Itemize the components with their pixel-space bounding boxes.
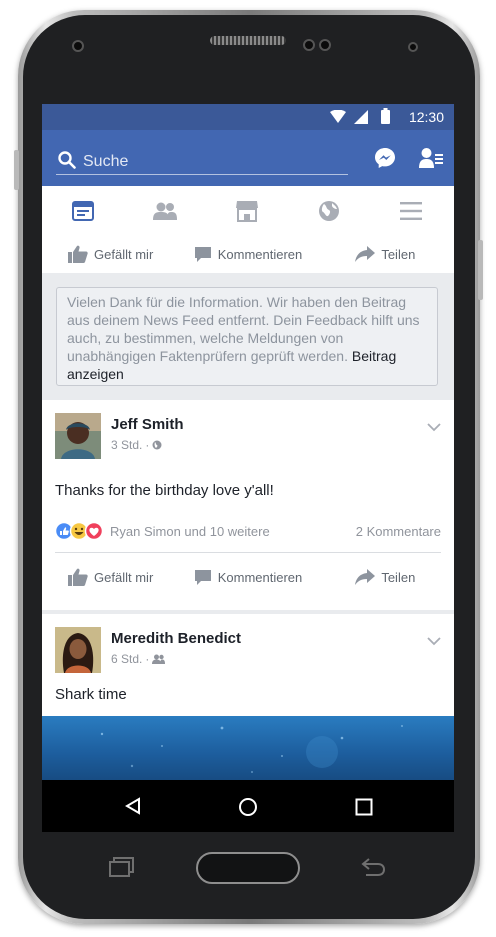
search-input[interactable]: Suche (83, 153, 128, 171)
recents-icon[interactable] (355, 798, 373, 816)
light-sensor (408, 42, 418, 52)
comment-button[interactable]: Kommentieren (179, 569, 316, 586)
comment-icon (194, 569, 211, 585)
tab-notifications[interactable] (288, 186, 370, 236)
post-text: Shark time (55, 686, 127, 703)
sensor (72, 40, 84, 52)
hardware-home-button[interactable] (196, 852, 300, 884)
avatar[interactable] (55, 413, 101, 459)
share-label: Teilen (381, 246, 416, 262)
share-button[interactable]: Teilen (317, 569, 454, 585)
thumbs-up-icon (68, 245, 88, 263)
thumbs-up-icon (68, 568, 88, 586)
share-icon (355, 246, 376, 262)
power-button (478, 240, 483, 300)
comment-label: Kommentieren (217, 246, 303, 262)
tab-news-feed[interactable] (42, 186, 124, 236)
news-feed-icon (72, 201, 94, 221)
fact-check-notice: Vielen Dank für die Information. Wir hab… (56, 287, 438, 386)
screen: 12:30 Suche Gefällt mir Kommentieren Tei… (42, 104, 454, 780)
search-icon (58, 151, 76, 169)
reaction-icons (55, 521, 104, 541)
post-text: Thanks for the birthday love y'all! (55, 482, 274, 499)
marketplace-icon (236, 201, 258, 222)
comment-icon (194, 246, 211, 262)
like-label: Gefällt mir (94, 569, 154, 585)
chevron-down-icon[interactable] (427, 634, 441, 648)
wifi-icon (330, 110, 346, 123)
app-bar: Suche (42, 130, 454, 186)
post-meta: 6 Std. · (111, 652, 166, 666)
back-icon[interactable] (124, 797, 142, 815)
post-author[interactable]: Meredith Benedict (111, 630, 241, 647)
post-author[interactable]: Jeff Smith (111, 416, 184, 433)
avatar-image (55, 627, 101, 673)
like-button[interactable]: Gefällt mir (42, 568, 179, 586)
like-label: Gefällt mir (94, 246, 154, 262)
battery-icon (381, 108, 390, 124)
earpiece-speaker (210, 36, 286, 45)
post-meta: 3 Std. · (111, 438, 162, 452)
globe-icon (152, 440, 162, 450)
avatar-image (55, 413, 101, 459)
friend-requests-icon[interactable] (419, 147, 443, 169)
post-card: Jeff Smith 3 Std. · Thanks for the birth… (42, 400, 454, 610)
friends-icon (152, 654, 166, 664)
post-time[interactable]: 6 Std. (111, 652, 142, 666)
friends-icon (153, 202, 177, 220)
tab-marketplace[interactable] (206, 186, 288, 236)
reactions-text: Ryan Simon und 10 weitere (110, 523, 270, 539)
front-camera (303, 39, 315, 51)
hardware-recents-key-icon[interactable] (109, 857, 135, 877)
volume-button (14, 150, 19, 190)
share-icon (355, 569, 376, 585)
globe-icon (319, 201, 339, 221)
post-time[interactable]: 3 Std. (111, 438, 142, 452)
comment-label: Kommentieren (217, 569, 303, 585)
messenger-icon[interactable] (374, 147, 396, 169)
underwater-image (100, 725, 403, 773)
menu-icon (400, 202, 422, 220)
hardware-back-key-icon[interactable] (360, 857, 386, 877)
post-card: Meredith Benedict 6 Std. · Shark time (42, 614, 454, 780)
divider (55, 552, 441, 553)
tab-menu[interactable] (370, 186, 452, 236)
avatar[interactable] (55, 627, 101, 673)
post-image[interactable] (42, 716, 454, 780)
reactions-summary[interactable]: Ryan Simon und 10 weitere (55, 521, 270, 541)
like-button[interactable]: Gefällt mir (42, 245, 179, 263)
comment-button[interactable]: Kommentieren (179, 246, 316, 263)
comments-count[interactable]: 2 Kommentare (356, 524, 441, 539)
search-underline (56, 174, 348, 175)
proximity-sensor (319, 39, 331, 51)
share-label: Teilen (381, 569, 416, 585)
action-row-previous: Gefällt mir Kommentieren Teilen (42, 235, 454, 273)
meta-separator: · (145, 438, 150, 452)
tab-friends[interactable] (124, 186, 206, 236)
status-time: 12:30 (408, 109, 444, 125)
action-row: Gefällt mir Kommentieren Teilen (42, 558, 454, 596)
status-bar: 12:30 (42, 104, 454, 130)
tab-bar (42, 186, 454, 237)
meta-separator: · (145, 652, 150, 666)
home-icon[interactable] (238, 797, 258, 817)
signal-icon (354, 110, 368, 124)
share-button[interactable]: Teilen (317, 246, 454, 262)
system-navigation-bar (42, 780, 454, 832)
chevron-down-icon[interactable] (427, 420, 441, 434)
